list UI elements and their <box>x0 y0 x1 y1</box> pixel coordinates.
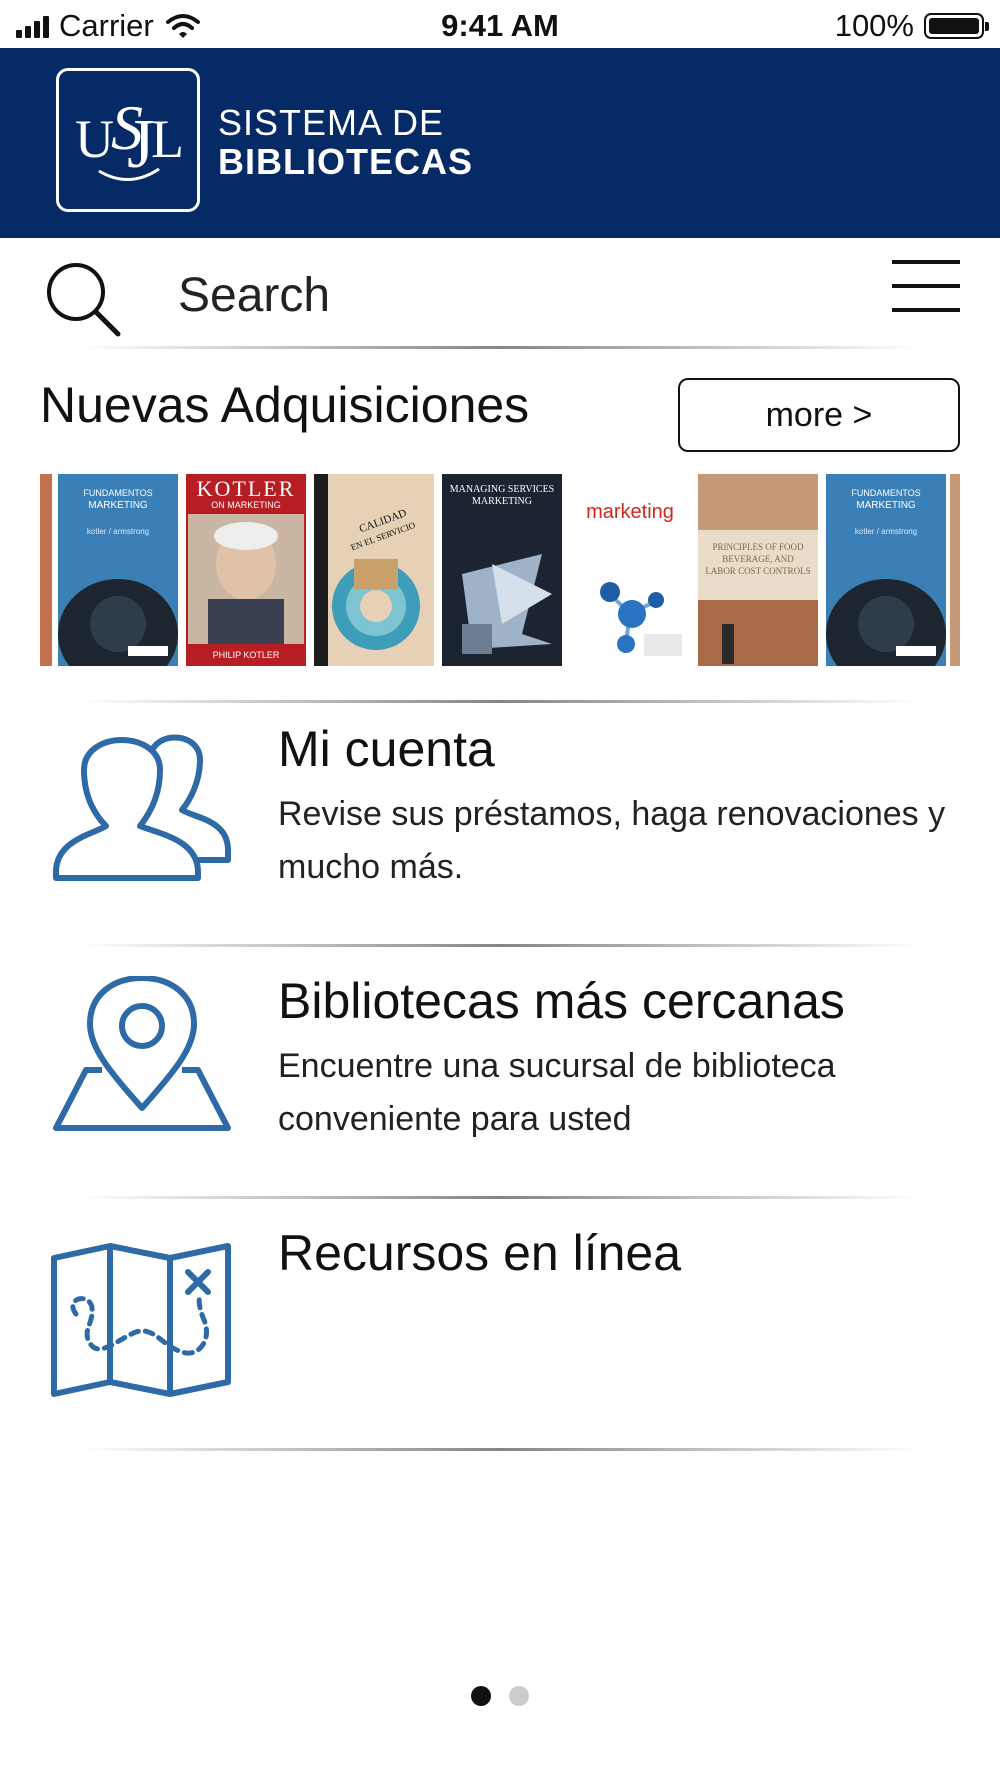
book-cover[interactable] <box>950 474 960 666</box>
menu-item-mi-cuenta[interactable]: Mi cuenta Revise sus préstamos, haga ren… <box>0 720 1000 940</box>
menu-item-description: Revise sus préstamos, haga renovaciones … <box>278 795 946 886</box>
treasure-map-icon <box>51 1243 231 1397</box>
search-bar <box>0 238 1000 350</box>
svg-text:PRINCIPLES OF FOOD: PRINCIPLES OF FOOD <box>712 542 804 552</box>
menu-item-recursos-en-linea[interactable]: Recursos en línea <box>0 1224 1000 1444</box>
book-cover[interactable] <box>40 474 52 666</box>
status-right: 100% <box>834 8 989 44</box>
battery-percent: 100% <box>834 8 914 43</box>
book-cover[interactable]: FUNDAMENTOS MARKETING kotler / armstrong <box>58 474 178 666</box>
svg-text:L: L <box>151 109 184 169</box>
search-input[interactable] <box>176 258 740 332</box>
users-icon <box>53 734 231 881</box>
svg-text:KOTLER: KOTLER <box>197 476 296 501</box>
menu-item-description: Encuentre una sucursal de biblioteca con… <box>278 1047 836 1138</box>
menu-item-title: Recursos en línea <box>278 1225 682 1281</box>
more-button[interactable]: more > <box>678 378 960 452</box>
page-indicator[interactable] <box>0 1686 1000 1711</box>
app-header: U S J L SISTEMA DE BIBLIOTECAS <box>0 48 1000 238</box>
book-cover[interactable]: PRINCIPLES OF FOOD BEVERAGE, AND LABOR C… <box>698 474 818 666</box>
book-cover[interactable]: KOTLER ON MARKETING PHILIP KOTLER <box>186 474 306 666</box>
book-carousel[interactable]: FUNDAMENTOS MARKETING kotler / armstrong… <box>40 474 960 666</box>
divider <box>80 700 920 703</box>
svg-text:FUNDAMENTOS: FUNDAMENTOS <box>83 488 152 498</box>
location-map-icon <box>53 976 231 1131</box>
book-cover[interactable]: FUNDAMENTOS MARKETING kotler / armstrong <box>826 474 946 666</box>
divider <box>80 346 920 349</box>
search-icon[interactable] <box>44 260 124 340</box>
svg-text:marketing: marketing <box>586 501 674 523</box>
svg-text:U: U <box>75 109 114 169</box>
svg-text:MARKETING: MARKETING <box>856 500 916 511</box>
divider <box>80 1196 920 1199</box>
divider <box>80 944 920 947</box>
svg-text:BEVERAGE, AND: BEVERAGE, AND <box>722 554 794 564</box>
usil-logo: U S J L <box>56 68 200 212</box>
hamburger-menu-icon[interactable] <box>892 260 960 320</box>
svg-text:LABOR COST CONTROLS: LABOR COST CONTROLS <box>705 566 810 576</box>
battery-icon <box>924 13 989 39</box>
svg-text:MANAGING SERVICES: MANAGING SERVICES <box>450 484 554 495</box>
book-cover[interactable]: MANAGING SERVICES MARKETING <box>442 474 562 666</box>
menu-item-bibliotecas-cercanas[interactable]: Bibliotecas más cercanas Encuentre una s… <box>0 972 1000 1192</box>
book-cover[interactable]: marketing <box>570 474 690 666</box>
svg-text:kotler / armstrong: kotler / armstrong <box>855 527 917 536</box>
svg-text:MARKETING: MARKETING <box>88 500 148 511</box>
menu-item-title: Bibliotecas más cercanas <box>278 973 845 1029</box>
page-dot-active[interactable] <box>471 1686 491 1706</box>
svg-text:MARKETING: MARKETING <box>472 496 532 507</box>
status-bar: Carrier 9:41 AM 100% <box>0 0 1000 50</box>
brand-line-1: SISTEMA DE <box>218 102 445 143</box>
menu-item-title: Mi cuenta <box>278 721 495 777</box>
divider <box>80 1448 920 1451</box>
brand-line-2: BIBLIOTECAS <box>218 141 474 182</box>
svg-text:FUNDAMENTOS: FUNDAMENTOS <box>851 488 920 498</box>
page-dot[interactable] <box>509 1686 529 1706</box>
svg-text:kotler / armstrong: kotler / armstrong <box>87 527 149 536</box>
section-title: Nuevas Adquisiciones <box>40 377 530 433</box>
brand-name: SISTEMA DE BIBLIOTECAS <box>218 104 473 182</box>
book-cover[interactable]: CALIDAD EN EL SERVICIO <box>314 474 434 666</box>
svg-text:PHILIP KOTLER: PHILIP KOTLER <box>213 650 280 660</box>
svg-text:ON MARKETING: ON MARKETING <box>211 500 281 510</box>
